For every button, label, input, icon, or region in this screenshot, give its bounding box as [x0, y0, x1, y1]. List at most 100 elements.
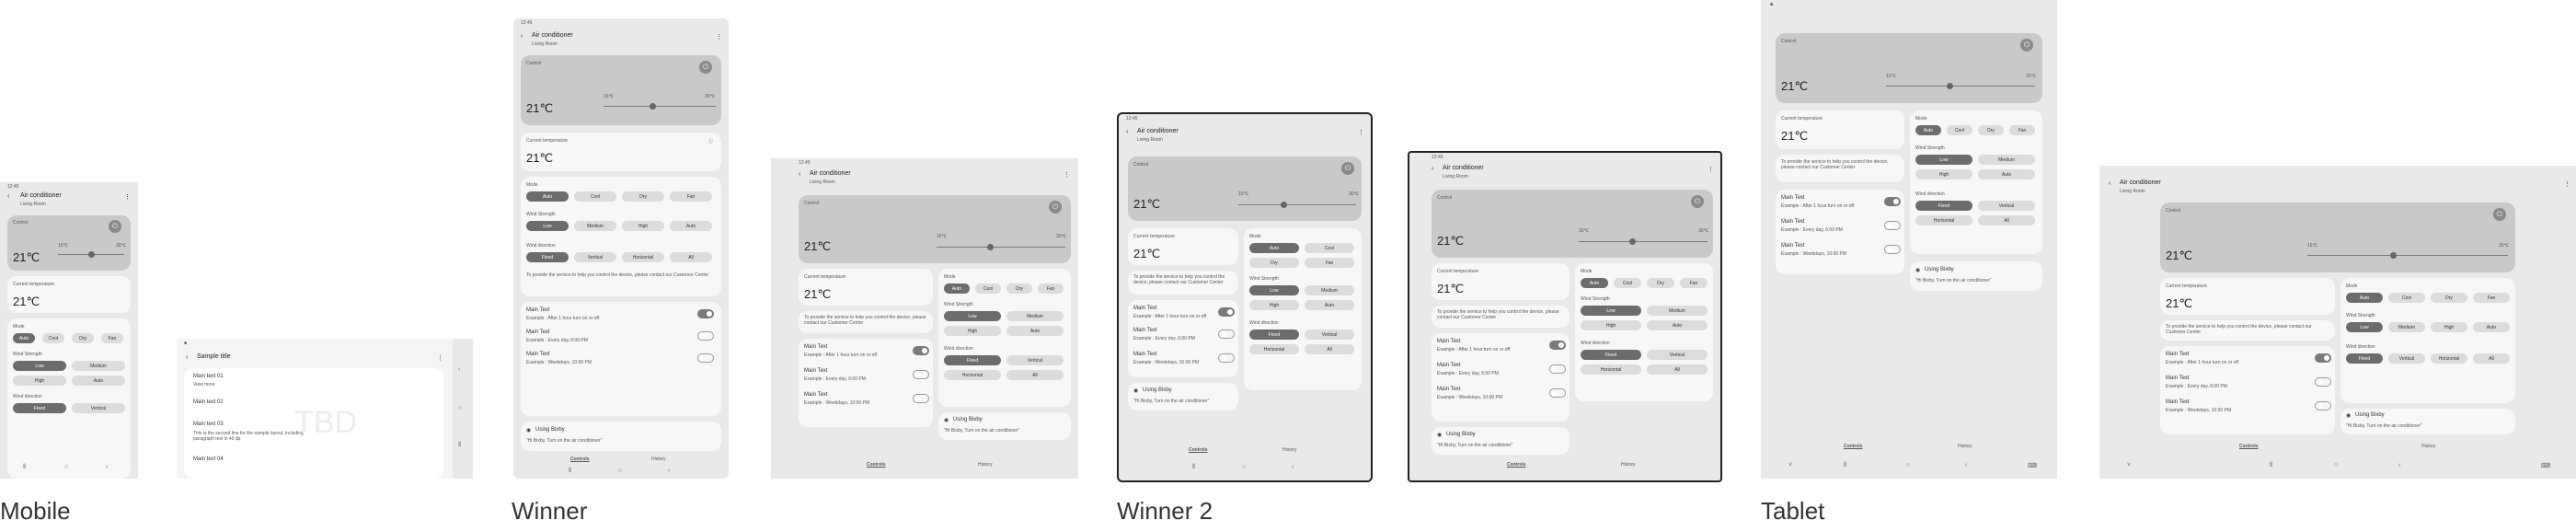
temp-slider[interactable]	[937, 247, 1065, 248]
schedule-1-toggle[interactable]	[2315, 353, 2331, 363]
schedule-1-toggle[interactable]	[913, 346, 929, 355]
back-arrow-icon[interactable]: ‹	[521, 33, 523, 40]
nav-home-icon[interactable]: ○	[64, 464, 68, 470]
tab-history[interactable]: History	[1958, 444, 1972, 449]
direction-vertical[interactable]: Vertical	[1305, 330, 1354, 340]
temp-slider-handle[interactable]	[1281, 202, 1287, 208]
wind-low[interactable]: Low	[1581, 306, 1641, 316]
wind-low[interactable]: Low	[1249, 285, 1299, 295]
schedule-1-toggle[interactable]	[1549, 341, 1566, 350]
schedule-2-title[interactable]: Main Text	[1781, 219, 1805, 225]
nav-recent-icon[interactable]: ⦀	[1192, 464, 1195, 471]
tab-history[interactable]: History	[978, 462, 993, 468]
mode-auto[interactable]: Auto	[2346, 293, 2383, 303]
schedule-1-title[interactable]: Main Text	[1437, 339, 1461, 344]
mode-dry[interactable]: Dry	[72, 333, 94, 343]
nav-back-icon[interactable]: ‹	[1292, 464, 1294, 470]
nav-recent-icon[interactable]: ⦀	[2270, 462, 2272, 469]
mode-dry[interactable]: Dry	[622, 191, 664, 202]
schedule-2-toggle[interactable]	[1549, 364, 1566, 374]
schedule-2-toggle[interactable]	[1884, 221, 1901, 230]
direction-horizontal[interactable]: Horizontal	[2431, 353, 2467, 364]
schedule-3-title[interactable]: Main Text	[1133, 352, 1157, 357]
schedule-1-title[interactable]: Main Text	[2166, 352, 2190, 357]
temp-slider-handle[interactable]	[88, 251, 95, 258]
mode-dry[interactable]: Dry	[1249, 258, 1299, 268]
schedule-3-toggle[interactable]	[2315, 401, 2331, 411]
schedule-1-title[interactable]: Main Text	[1781, 195, 1805, 201]
mode-fan[interactable]: Fan	[1038, 283, 1064, 294]
wind-auto[interactable]: Auto	[1006, 326, 1064, 336]
tab-controls[interactable]: Controls	[570, 457, 590, 462]
nav-home-icon[interactable]: ○	[1906, 462, 1910, 468]
schedule-3-title[interactable]: Main Text	[1437, 387, 1461, 392]
schedule-1-title[interactable]: Main Text	[804, 344, 828, 350]
mode-auto[interactable]: Auto	[1249, 243, 1299, 253]
power-icon[interactable]: ⏻	[2493, 208, 2506, 221]
direction-vertical[interactable]: Vertical	[574, 252, 616, 262]
schedule-2-title[interactable]: Main Text	[804, 368, 828, 374]
more-vertical-icon[interactable]: ⋮	[1064, 171, 1070, 179]
wind-high[interactable]: High	[622, 221, 664, 231]
wind-low[interactable]: Low	[1915, 155, 1972, 165]
direction-vertical[interactable]: Vertical	[2388, 353, 2425, 364]
wind-auto[interactable]: Auto	[72, 376, 125, 386]
wind-low[interactable]: Low	[13, 361, 66, 371]
wind-medium[interactable]: Medium	[574, 221, 616, 231]
back-arrow-icon[interactable]: ‹	[799, 171, 800, 178]
tab-controls[interactable]: Controls	[867, 462, 886, 468]
mode-dry[interactable]: Dry	[2431, 293, 2467, 303]
temp-slider-handle[interactable]	[987, 244, 994, 250]
temp-slider[interactable]	[1886, 86, 2035, 87]
direction-fixed[interactable]: Fixed	[944, 355, 1001, 365]
direction-fixed[interactable]: Fixed	[2346, 353, 2383, 364]
nav-down-icon[interactable]: ˅	[1788, 462, 1792, 468]
wind-medium[interactable]: Medium	[2388, 322, 2425, 332]
back-arrow-icon[interactable]: ‹	[2109, 180, 2110, 187]
direction-horizontal[interactable]: Horizontal	[1581, 364, 1641, 375]
nav-back-icon[interactable]: ‹	[106, 464, 108, 470]
wind-low[interactable]: Low	[944, 311, 1001, 321]
direction-all[interactable]: All	[670, 252, 712, 262]
power-icon[interactable]: ⏻	[1341, 162, 1354, 175]
info-icon[interactable]: ⓘ	[708, 138, 713, 145]
mode-fan[interactable]: Fan	[101, 333, 123, 343]
mode-auto[interactable]: Auto	[1915, 125, 1941, 135]
nav-keyboard-icon[interactable]: ⌨	[2541, 462, 2550, 469]
schedule-3-toggle[interactable]	[1218, 353, 1235, 363]
direction-fixed[interactable]: Fixed	[1915, 201, 1972, 211]
more-vertical-icon[interactable]: ⋮	[2564, 180, 2570, 188]
temp-slider[interactable]	[1579, 241, 1708, 242]
nav-down-icon[interactable]: ˅	[2127, 462, 2131, 468]
nav-recent-icon[interactable]: ⦀	[23, 464, 26, 471]
tab-controls[interactable]: Controls	[1507, 462, 1526, 468]
back-arrow-icon[interactable]: ‹	[7, 193, 9, 200]
wind-auto[interactable]: Auto	[1647, 320, 1708, 330]
temp-slider-handle[interactable]	[650, 103, 656, 110]
mode-auto[interactable]: Auto	[1581, 278, 1608, 288]
nav-back-icon[interactable]: ‹	[2398, 462, 2400, 468]
tab-controls[interactable]: Controls	[2239, 444, 2259, 449]
temp-slider[interactable]	[604, 106, 716, 107]
nav-back-icon[interactable]: ‹	[668, 468, 670, 474]
schedule-3-toggle[interactable]	[1884, 245, 1901, 254]
schedule-1-title[interactable]: Main Text	[1133, 306, 1157, 311]
schedule-3-title[interactable]: Main Text	[2166, 399, 2190, 405]
wind-auto[interactable]: Auto	[1305, 300, 1354, 310]
more-vertical-icon[interactable]: ⋮	[124, 193, 131, 201]
mode-cool[interactable]: Cool	[2388, 293, 2425, 303]
schedule-2-toggle[interactable]	[2315, 377, 2331, 387]
mode-cool[interactable]: Cool	[1614, 278, 1641, 288]
wind-medium[interactable]: Medium	[1006, 311, 1064, 321]
schedule-1-toggle[interactable]	[1884, 197, 1901, 206]
schedule-2-title[interactable]: Main Text	[526, 330, 550, 335]
wind-medium[interactable]: Medium	[72, 361, 125, 371]
power-icon[interactable]: ⏻	[1691, 195, 1704, 208]
mode-fan[interactable]: Fan	[2009, 125, 2035, 135]
direction-all[interactable]: All	[1006, 370, 1064, 380]
tab-history[interactable]: History	[651, 457, 666, 462]
mode-auto[interactable]: Auto	[944, 283, 970, 294]
schedule-2-toggle[interactable]	[697, 331, 714, 341]
temp-slider[interactable]	[2307, 255, 2508, 256]
direction-fixed[interactable]: Fixed	[1249, 330, 1299, 340]
